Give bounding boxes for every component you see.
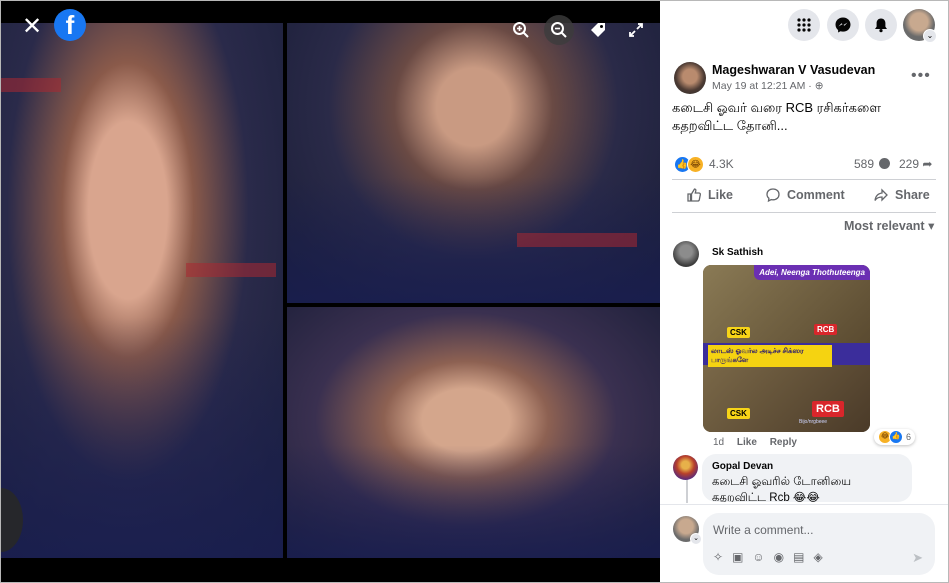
- close-icon[interactable]: ✕: [17, 11, 47, 41]
- app-window: ✕ f ⌄ Mageshwaran V Vasudevan May 19 at …: [0, 0, 949, 583]
- sticker-pack-icon[interactable]: ◈: [814, 550, 823, 564]
- meme-tag-csk: CSK: [727, 327, 750, 338]
- sort-label: Most relevant: [844, 219, 925, 233]
- photo-panel-bottom-right: [287, 307, 660, 558]
- messenger-icon[interactable]: [827, 9, 859, 41]
- commenter-name[interactable]: Sk Sathish: [712, 247, 763, 258]
- meme-caption: லாடஸ் ஓவர்ல அடிச்ச சிக்ஸர பாருங்களே: [708, 345, 832, 367]
- haha-reaction-icon: 😂: [687, 155, 704, 173]
- composer-tools: ✧ ▣ ☺ ◉ ▤ ◈: [713, 550, 823, 564]
- camera-icon[interactable]: ◉: [774, 550, 784, 564]
- zoom-out-icon[interactable]: [544, 15, 574, 45]
- share-arrow-icon: ➦: [922, 157, 933, 171]
- comment-icon: [766, 188, 780, 203]
- share-label: Share: [895, 188, 930, 202]
- grid-menu-icon[interactable]: [788, 9, 820, 41]
- comment-composer[interactable]: Write a comment... ✧ ▣ ☺ ◉ ▤ ◈ ➤: [703, 513, 935, 575]
- chevron-down-icon[interactable]: ⌄: [923, 29, 937, 43]
- share-button[interactable]: Share: [873, 187, 930, 203]
- comment-button[interactable]: Comment: [765, 187, 845, 203]
- thumbs-up-icon: [687, 188, 701, 202]
- comment-bubble-icon: [879, 158, 891, 169]
- gif-icon[interactable]: ▤: [793, 550, 804, 564]
- commenter-avatar[interactable]: [673, 455, 698, 480]
- post-timestamp[interactable]: May 19 at 12:21 AM · ⊕: [712, 80, 824, 92]
- comment-reactions[interactable]: 😂 👍 6: [874, 429, 916, 445]
- jersey-stripe: [186, 263, 276, 277]
- post-panel: Mageshwaran V Vasudevan May 19 at 12:21 …: [660, 51, 948, 582]
- tag-icon[interactable]: [583, 15, 613, 45]
- meme-banner: Adei, Neenga Thothuteenga: [754, 265, 870, 280]
- photo-panel-top-right: [287, 23, 660, 303]
- reactions-count: 4.3K: [709, 157, 734, 171]
- post-time-text[interactable]: May 19 at 12:21 AM ·: [712, 80, 815, 92]
- account-avatar[interactable]: ⌄: [903, 9, 937, 43]
- comment-meta: 1d Like Reply: [713, 437, 797, 448]
- photo-panel-left: [1, 23, 283, 558]
- meme-tag-csk: CSK: [727, 408, 750, 419]
- emoji-icon[interactable]: ☺: [752, 550, 764, 564]
- jersey-stripe: [1, 78, 61, 92]
- shares-count-value: 229: [899, 157, 920, 171]
- zoom-in-icon[interactable]: [506, 15, 536, 45]
- caret-down-icon: ▾: [928, 219, 935, 233]
- divider: [660, 504, 948, 505]
- photo-jersey: [1, 317, 283, 558]
- current-user-avatar[interactable]: ⌄: [673, 516, 702, 545]
- like-label: Like: [708, 188, 734, 202]
- send-icon[interactable]: ➤: [912, 550, 923, 566]
- share-icon: [874, 188, 888, 202]
- jersey-stripe: [517, 233, 637, 247]
- comment-text: கடைசி ஓவரில் டோனியை கதறவிட்ட Rcb 😂😂: [712, 476, 852, 502]
- meme-tag-rcb: RCB: [812, 401, 844, 417]
- more-options-icon[interactable]: •••: [911, 67, 931, 85]
- comment-bubble: Gopal Devan கடைசி ஓவரில் டோனியை கதறவிட்ட…: [702, 454, 912, 502]
- reactions-summary[interactable]: 👍 😂 4.3K: [674, 155, 734, 173]
- photo-jersey: [287, 445, 660, 558]
- bell-icon[interactable]: [865, 9, 897, 41]
- comment-reply-button[interactable]: Reply: [770, 437, 797, 448]
- avatar-sticker-icon[interactable]: ✧: [713, 550, 723, 564]
- comment-reaction-count: 6: [906, 432, 912, 442]
- meme-tag-rcb: RCB: [814, 324, 838, 335]
- comment-like-button[interactable]: Like: [737, 437, 757, 448]
- author-name[interactable]: Mageshwaran V Vasudevan: [712, 63, 875, 77]
- comments-count-value: 589: [854, 157, 875, 171]
- commenter-avatar[interactable]: [673, 241, 699, 267]
- photo-viewer[interactable]: ✕ f: [1, 1, 660, 582]
- divider: [672, 212, 936, 213]
- meme-watermark: Bijo/nrgbeee: [799, 419, 828, 425]
- sticker-icon[interactable]: ▣: [732, 550, 743, 564]
- shares-count[interactable]: 229 ➦: [899, 157, 932, 171]
- comment-label: Comment: [787, 188, 845, 202]
- like-reaction-icon: 👍: [889, 430, 903, 444]
- comment-meme-image[interactable]: Adei, Neenga Thothuteenga லாடஸ் ஓவர்ல அட…: [703, 265, 870, 432]
- like-button[interactable]: Like: [686, 187, 733, 203]
- comment-input[interactable]: Write a comment...: [713, 523, 813, 537]
- divider: [672, 179, 936, 180]
- author-avatar[interactable]: [674, 62, 706, 94]
- fullscreen-icon[interactable]: [621, 15, 651, 45]
- commenter-name[interactable]: Gopal Devan: [712, 461, 773, 472]
- post-text: கடைசி ஓவர் வரை RCB ரசிகர்களை கதறவிட்ட தோ…: [672, 100, 881, 133]
- comment-sort-dropdown[interactable]: Most relevant ▾: [844, 218, 934, 233]
- chevron-down-icon[interactable]: ⌄: [690, 533, 702, 545]
- comment-age[interactable]: 1d: [713, 437, 724, 448]
- comments-count[interactable]: 589: [854, 157, 891, 171]
- facebook-logo-letter: f: [65, 10, 75, 40]
- globe-icon: ⊕: [814, 80, 824, 92]
- top-navigation: ⌄: [660, 1, 948, 52]
- meme-scene-bottom: [703, 365, 870, 432]
- facebook-logo[interactable]: f: [54, 9, 86, 41]
